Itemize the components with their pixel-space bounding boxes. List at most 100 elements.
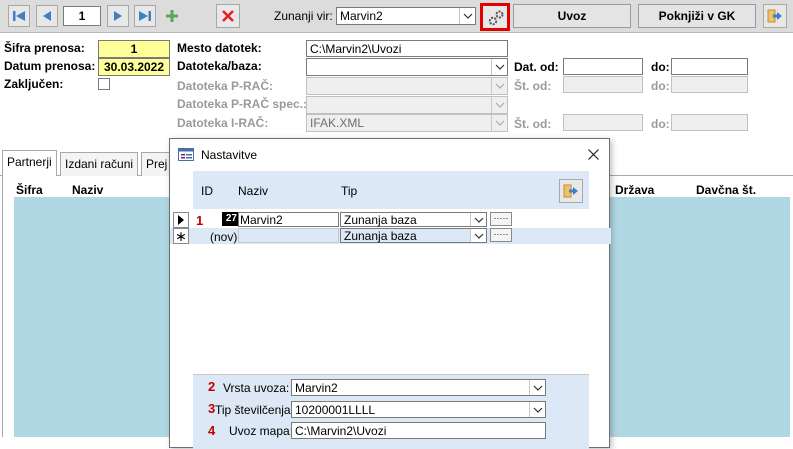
sifra-label: Šifra prenosa: [4,41,85,55]
last-record-icon [139,11,151,21]
mesto-value: C:\Marvin2\Uvozi [310,42,402,56]
dat-od-label: Dat. od: [514,60,559,74]
uvoz-mapa-value: C:\Marvin2\Uvozi [295,424,387,438]
tip-stevilcenja-label: Tip številčenja: [215,403,294,417]
record-selector-current[interactable] [173,212,189,228]
chevron-down-icon[interactable] [529,380,545,395]
exit-button[interactable] [763,4,787,28]
datoteka-irac-value: IFAK.XML [310,116,365,130]
tip-stevilcenja-value: 10200001LLLL [295,403,376,417]
close-icon[interactable] [588,149,599,160]
col-dialog-naziv: Naziv [238,184,269,198]
datoteka-prac-label: Datoteka P-RAČ: [177,79,274,93]
delete-x-icon [222,10,234,22]
plus-icon [166,10,178,22]
zakljucen-checkbox[interactable] [98,78,110,90]
chevron-down-icon[interactable] [470,213,486,226]
chevron-down-icon[interactable] [529,402,545,417]
tip-stevilcenja-combo[interactable]: 10200001LLLL [291,401,546,418]
previous-record-icon [43,11,51,21]
last-record-button[interactable] [134,5,156,27]
datoteka-irac-label: Datoteka I-RAČ: [177,116,269,130]
step-marker-1: 1 [196,213,204,228]
datum-field[interactable]: 30.03.2022 [98,58,170,76]
row1-naziv: Marvin2 [240,213,283,227]
toolbar: 1 Zunanji vir: Marvin2 Uvoz Poknjiži v G… [0,0,793,33]
settings-button[interactable] [480,3,510,31]
ext-source-label: Zunanji vir: [274,9,333,23]
chevron-down-icon [491,97,507,113]
chevron-down-icon[interactable] [459,8,475,24]
mesto-label: Mesto datotek: [177,41,262,55]
tab-izdani-racuni[interactable]: Izdani računi [60,152,139,176]
st-do-field-1 [671,76,748,93]
new-record-asterisk-icon[interactable]: ∗ [173,228,189,244]
datoteka-irac-combo: IFAK.XML [306,114,508,132]
next-record-button[interactable] [107,5,129,27]
vrsta-uvoza-combo[interactable]: Marvin2 [291,379,546,396]
col-sifra: Šifra [16,183,43,197]
row2-naziv-field[interactable] [238,228,339,243]
st-do-label-2: do: [651,117,670,131]
row1-id[interactable]: 27 [222,212,238,226]
first-record-button[interactable] [8,5,30,27]
st-od-label-1: Št. od: [514,79,552,93]
gears-icon [488,10,504,26]
st-od-field-1 [563,76,643,93]
row1-tip-combo[interactable]: Zunanja baza [340,212,487,227]
row2-ellipsis-button[interactable]: ····· [490,228,512,242]
form-window-icon [178,148,194,161]
vrsta-uvoza-label: Vrsta uvoza: [223,381,290,395]
tab-partnerji[interactable]: Partnerji [2,150,57,176]
datum-label: Datum prenosa: [4,59,96,73]
dat-od-field[interactable] [563,58,643,75]
uvoz-mapa-field[interactable]: C:\Marvin2\Uvozi [291,422,546,439]
col-naziv: Naziv [72,183,104,197]
chevron-down-icon[interactable] [491,59,507,75]
row1-tip: Zunanja baza [344,213,417,227]
poknjizi-button[interactable]: Poknjiži v GK [638,4,756,28]
step-marker-2: 2 [208,379,216,394]
row2-tip-combo[interactable]: Zunanja baza [340,228,487,243]
dat-do-field[interactable] [671,58,748,75]
col-tip: Tip [341,184,358,198]
delete-button[interactable] [216,4,240,28]
zakljucen-label: Zaključen: [4,77,64,91]
chevron-down-icon [491,115,507,131]
row2-tip: Zunanja baza [344,229,417,243]
vrsta-uvoza-value: Marvin2 [295,381,338,395]
next-record-icon [114,11,122,21]
ext-source-combo[interactable]: Marvin2 [336,7,476,25]
row1-naziv-field[interactable]: Marvin2 [238,212,339,227]
tab-prejeti[interactable]: Prej [141,152,171,176]
row1-ellipsis-button[interactable]: ····· [490,212,512,226]
previous-record-button[interactable] [36,5,58,27]
st-od-field-2 [563,114,643,131]
sifra-field[interactable]: 1 [98,40,170,58]
chevron-down-icon [491,78,507,94]
step-marker-4: 4 [208,423,216,438]
ext-source-value: Marvin2 [340,9,383,23]
col-davcna: Davčna št. [696,183,757,197]
current-row-arrow-icon [178,215,184,225]
datoteka-prac-combo [306,77,508,95]
dat-do-label: do: [651,60,670,74]
chevron-down-icon[interactable] [470,229,486,242]
st-do-field-2 [671,114,748,131]
new-record-button[interactable] [161,5,183,27]
first-record-icon [13,11,25,21]
exit-door-icon [563,184,578,198]
datoteka-baza-combo[interactable] [306,58,508,76]
datoteka-prac-spec-label: Datoteka P-RAČ spec.: [177,97,308,111]
exit-door-icon [767,9,782,23]
record-number-input[interactable]: 1 [63,6,101,26]
uvoz-button[interactable]: Uvoz [513,4,631,28]
datoteka-baza-label: Datoteka/baza: [177,59,262,73]
st-od-label-2: Št. od: [514,117,552,131]
datoteka-prac-spec-combo [306,96,508,114]
dialog-exit-button[interactable] [559,179,583,203]
settings-dialog: Nastavitve ID Naziv Tip 1 27 Marvin2 Zun… [169,138,611,449]
mesto-field[interactable]: C:\Marvin2\Uvozi [306,40,508,57]
dialog-title: Nastavitve [201,148,258,162]
st-do-label-1: do: [651,79,670,93]
